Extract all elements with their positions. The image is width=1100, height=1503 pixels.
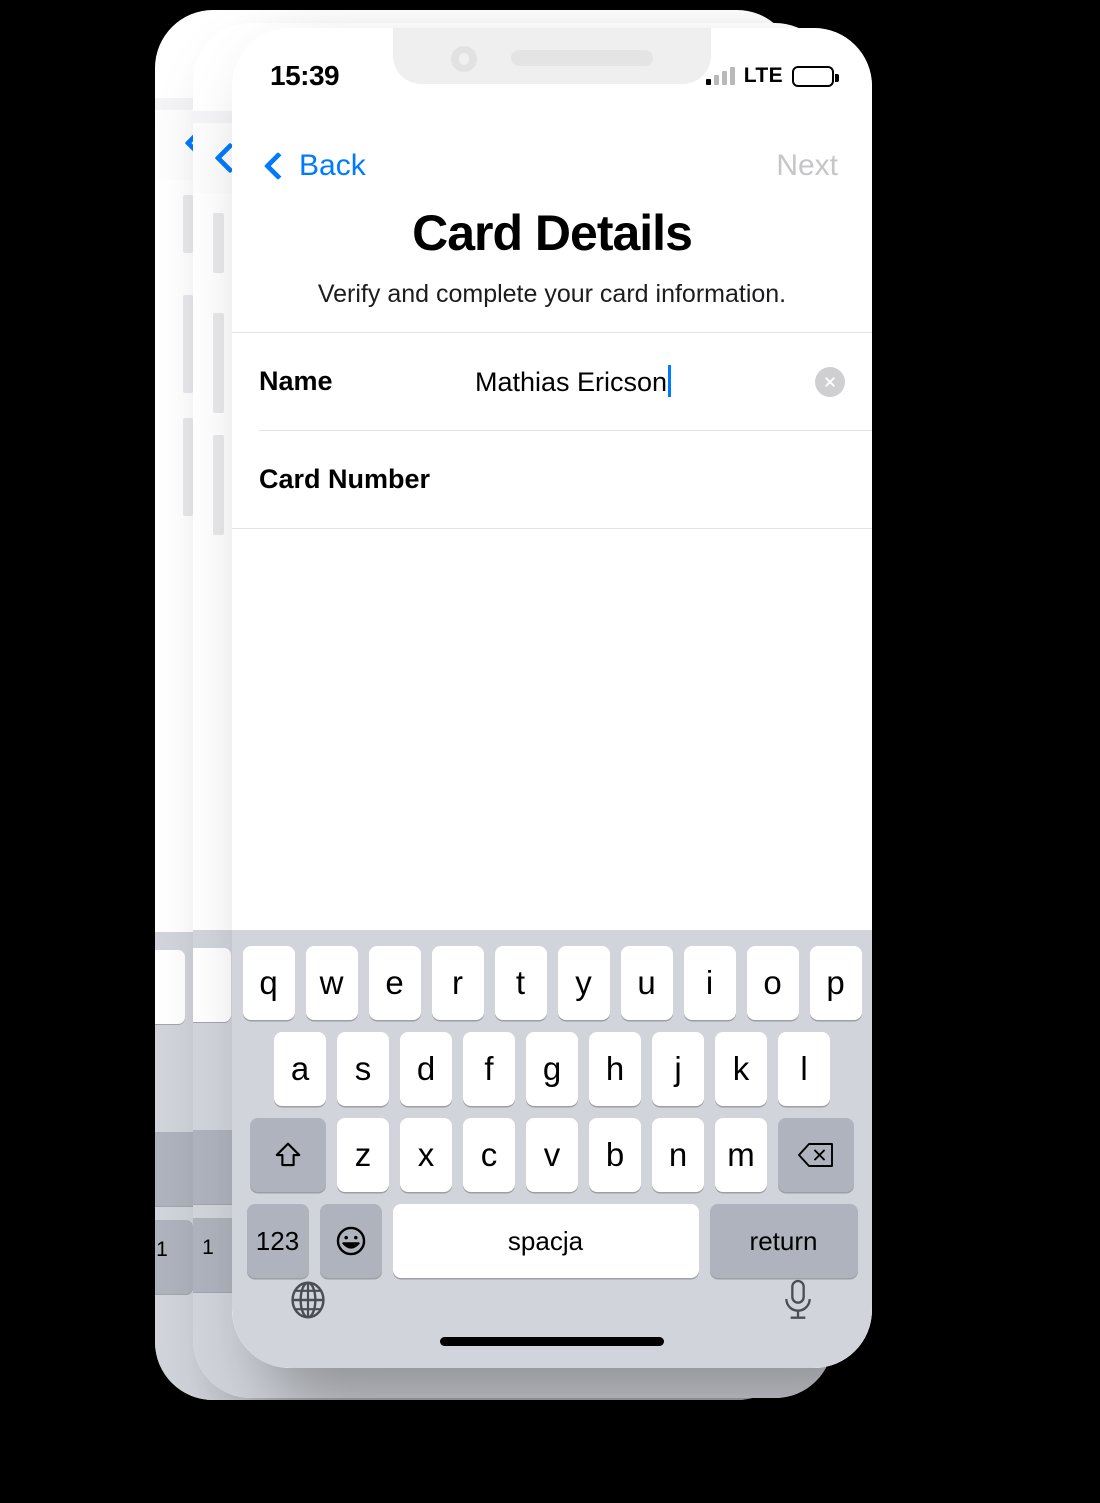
key-j[interactable]: j [652, 1032, 704, 1106]
phone-screen: 15:39 LTE Back Next Card Details Verify … [232, 28, 872, 1368]
form-row-name[interactable]: Name Mathias Ericson [232, 333, 872, 430]
key-m[interactable]: m [715, 1118, 767, 1192]
key-h[interactable]: h [589, 1032, 641, 1106]
name-input[interactable]: Mathias Ericson [475, 365, 805, 398]
name-field-label: Name [259, 366, 333, 396]
onscreen-keyboard: q w e r t y u i o p a s d f g h j k l z … [232, 930, 872, 1368]
key-w[interactable]: w [305, 946, 358, 1020]
keyboard-row-1: q w e r t y u i o p [232, 930, 872, 1020]
key-b[interactable]: b [589, 1118, 641, 1192]
chevron-left-icon [263, 151, 293, 181]
microphone-dictation-icon[interactable] [778, 1278, 818, 1327]
key-n[interactable]: n [652, 1118, 704, 1192]
page-subtitle: Verify and complete your card informatio… [317, 280, 787, 308]
ghost-key [193, 948, 231, 1022]
key-p[interactable]: p [809, 946, 862, 1020]
form-row-card-number[interactable]: Card Number [232, 431, 872, 528]
ghost-line [183, 195, 193, 253]
network-type-label: LTE [743, 64, 783, 87]
key-f[interactable]: f [463, 1032, 515, 1106]
divider-bottom [232, 528, 872, 529]
key-x[interactable]: x [400, 1118, 452, 1192]
key-r[interactable]: r [431, 946, 484, 1020]
key-s[interactable]: s [337, 1032, 389, 1106]
globe-language-icon[interactable] [286, 1278, 330, 1327]
page-title: Card Details [412, 205, 693, 261]
keyboard-bottom-bar [232, 1260, 872, 1368]
key-i[interactable]: i [683, 946, 736, 1020]
ghost-line [213, 213, 224, 273]
key-y[interactable]: y [557, 946, 610, 1020]
key-z[interactable]: z [337, 1118, 389, 1192]
key-q[interactable]: q [242, 946, 295, 1020]
key-u[interactable]: u [620, 946, 673, 1020]
back-button-label: Back [299, 149, 366, 182]
shift-arrow-up-icon[interactable] [250, 1118, 326, 1192]
ghost-key [155, 950, 185, 1024]
ghost-line [213, 313, 224, 413]
keyboard-row-3: z x c v b n m [232, 1106, 872, 1192]
next-button[interactable]: Next [776, 149, 838, 183]
page-header: Card Details Verify and complete your ca… [232, 204, 872, 309]
back-button[interactable]: Back [263, 149, 366, 183]
keyboard-row-2: a s d f g h j k l [232, 1020, 872, 1106]
ghost-line [213, 435, 224, 535]
key-a[interactable]: a [274, 1032, 326, 1106]
key-d[interactable]: d [400, 1032, 452, 1106]
card-number-field-label: Card Number [259, 464, 431, 494]
navigation-bar: Back Next [232, 133, 872, 199]
phone-mockup-front: 15:39 LTE Back Next Card Details Verify … [232, 28, 872, 1368]
key-v[interactable]: v [526, 1118, 578, 1192]
status-bar: 15:39 LTE [232, 28, 872, 104]
key-l[interactable]: l [778, 1032, 830, 1106]
ghost-key: 1 [155, 1220, 193, 1294]
battery-icon [792, 65, 839, 87]
key-c[interactable]: c [463, 1118, 515, 1192]
name-input-value: Mathias Ericson [475, 367, 668, 397]
key-o[interactable]: o [746, 946, 799, 1020]
key-g[interactable]: g [526, 1032, 578, 1106]
card-details-form: Name Mathias Ericson Card Number [232, 332, 872, 529]
signal-bars-icon [705, 67, 735, 85]
ghost-line [183, 295, 193, 393]
status-time: 15:39 [270, 60, 340, 91]
text-caret [668, 365, 672, 397]
status-indicators: LTE [705, 64, 839, 88]
key-t[interactable]: t [494, 946, 547, 1020]
clear-circle-x-icon[interactable] [815, 366, 845, 397]
backspace-delete-icon[interactable] [778, 1118, 854, 1192]
ghost-line [183, 418, 193, 516]
screenshot-stage: 1 1 15:39 LTE Back Next Card Details Ver… [0, 0, 1100, 1503]
home-indicator-bar [440, 1337, 664, 1346]
key-e[interactable]: e [368, 946, 421, 1020]
key-k[interactable]: k [715, 1032, 767, 1106]
